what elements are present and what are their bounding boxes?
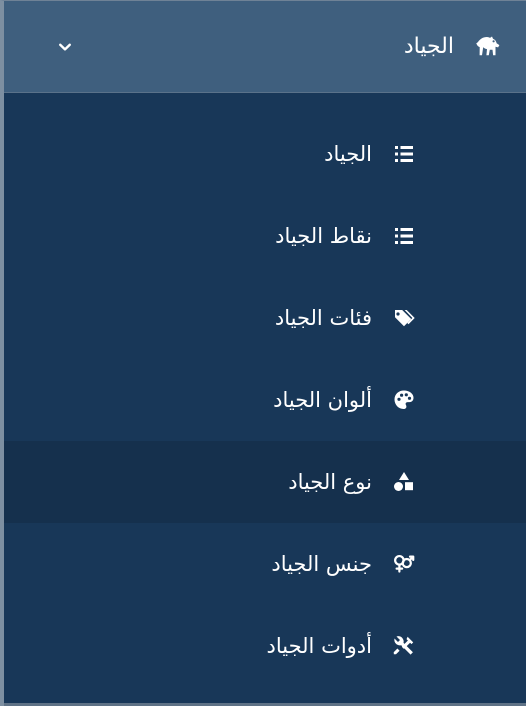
sidebar-item-label: فئات الجياد (274, 305, 372, 330)
sidebar-header-label: الجياد (403, 34, 454, 59)
chevron-down-icon[interactable] (56, 38, 74, 56)
sidebar-header[interactable]: الجياد (4, 1, 526, 93)
sidebar-item-horse-tools[interactable]: أدوات الجياد (4, 605, 526, 687)
sidebar-item-label: أدوات الجياد (266, 633, 372, 658)
sidebar-panel: الجياد الجياد نقاط الجياد فئات الجياد أل… (0, 0, 526, 706)
sidebar-item-horses[interactable]: الجياد (4, 113, 526, 195)
sidebar-item-label: جنس الجياد (271, 551, 372, 576)
palette-icon (392, 388, 416, 412)
list-icon (392, 142, 416, 166)
sidebar-item-horse-type[interactable]: نوع الجياد (4, 441, 526, 523)
horse-icon (472, 30, 506, 64)
sidebar-item-horse-colors[interactable]: ألوان الجياد (4, 359, 526, 441)
tools-icon (392, 634, 416, 658)
sidebar-header-title-group: الجياد (404, 30, 506, 64)
tags-icon (392, 306, 416, 330)
list-icon (392, 224, 416, 248)
shapes-icon (392, 470, 416, 494)
sidebar-item-label: نقاط الجياد (275, 223, 372, 248)
sidebar-menu: الجياد نقاط الجياد فئات الجياد ألوان الج… (4, 93, 526, 687)
sidebar-item-horse-gender[interactable]: جنس الجياد (4, 523, 526, 605)
sidebar-item-label: نوع الجياد (288, 469, 372, 494)
sidebar-item-label: الجياد (324, 141, 372, 166)
sidebar-item-horse-categories[interactable]: فئات الجياد (4, 277, 526, 359)
sidebar-item-horse-points[interactable]: نقاط الجياد (4, 195, 526, 277)
gender-icon (392, 552, 416, 576)
sidebar-item-label: ألوان الجياد (273, 387, 372, 412)
